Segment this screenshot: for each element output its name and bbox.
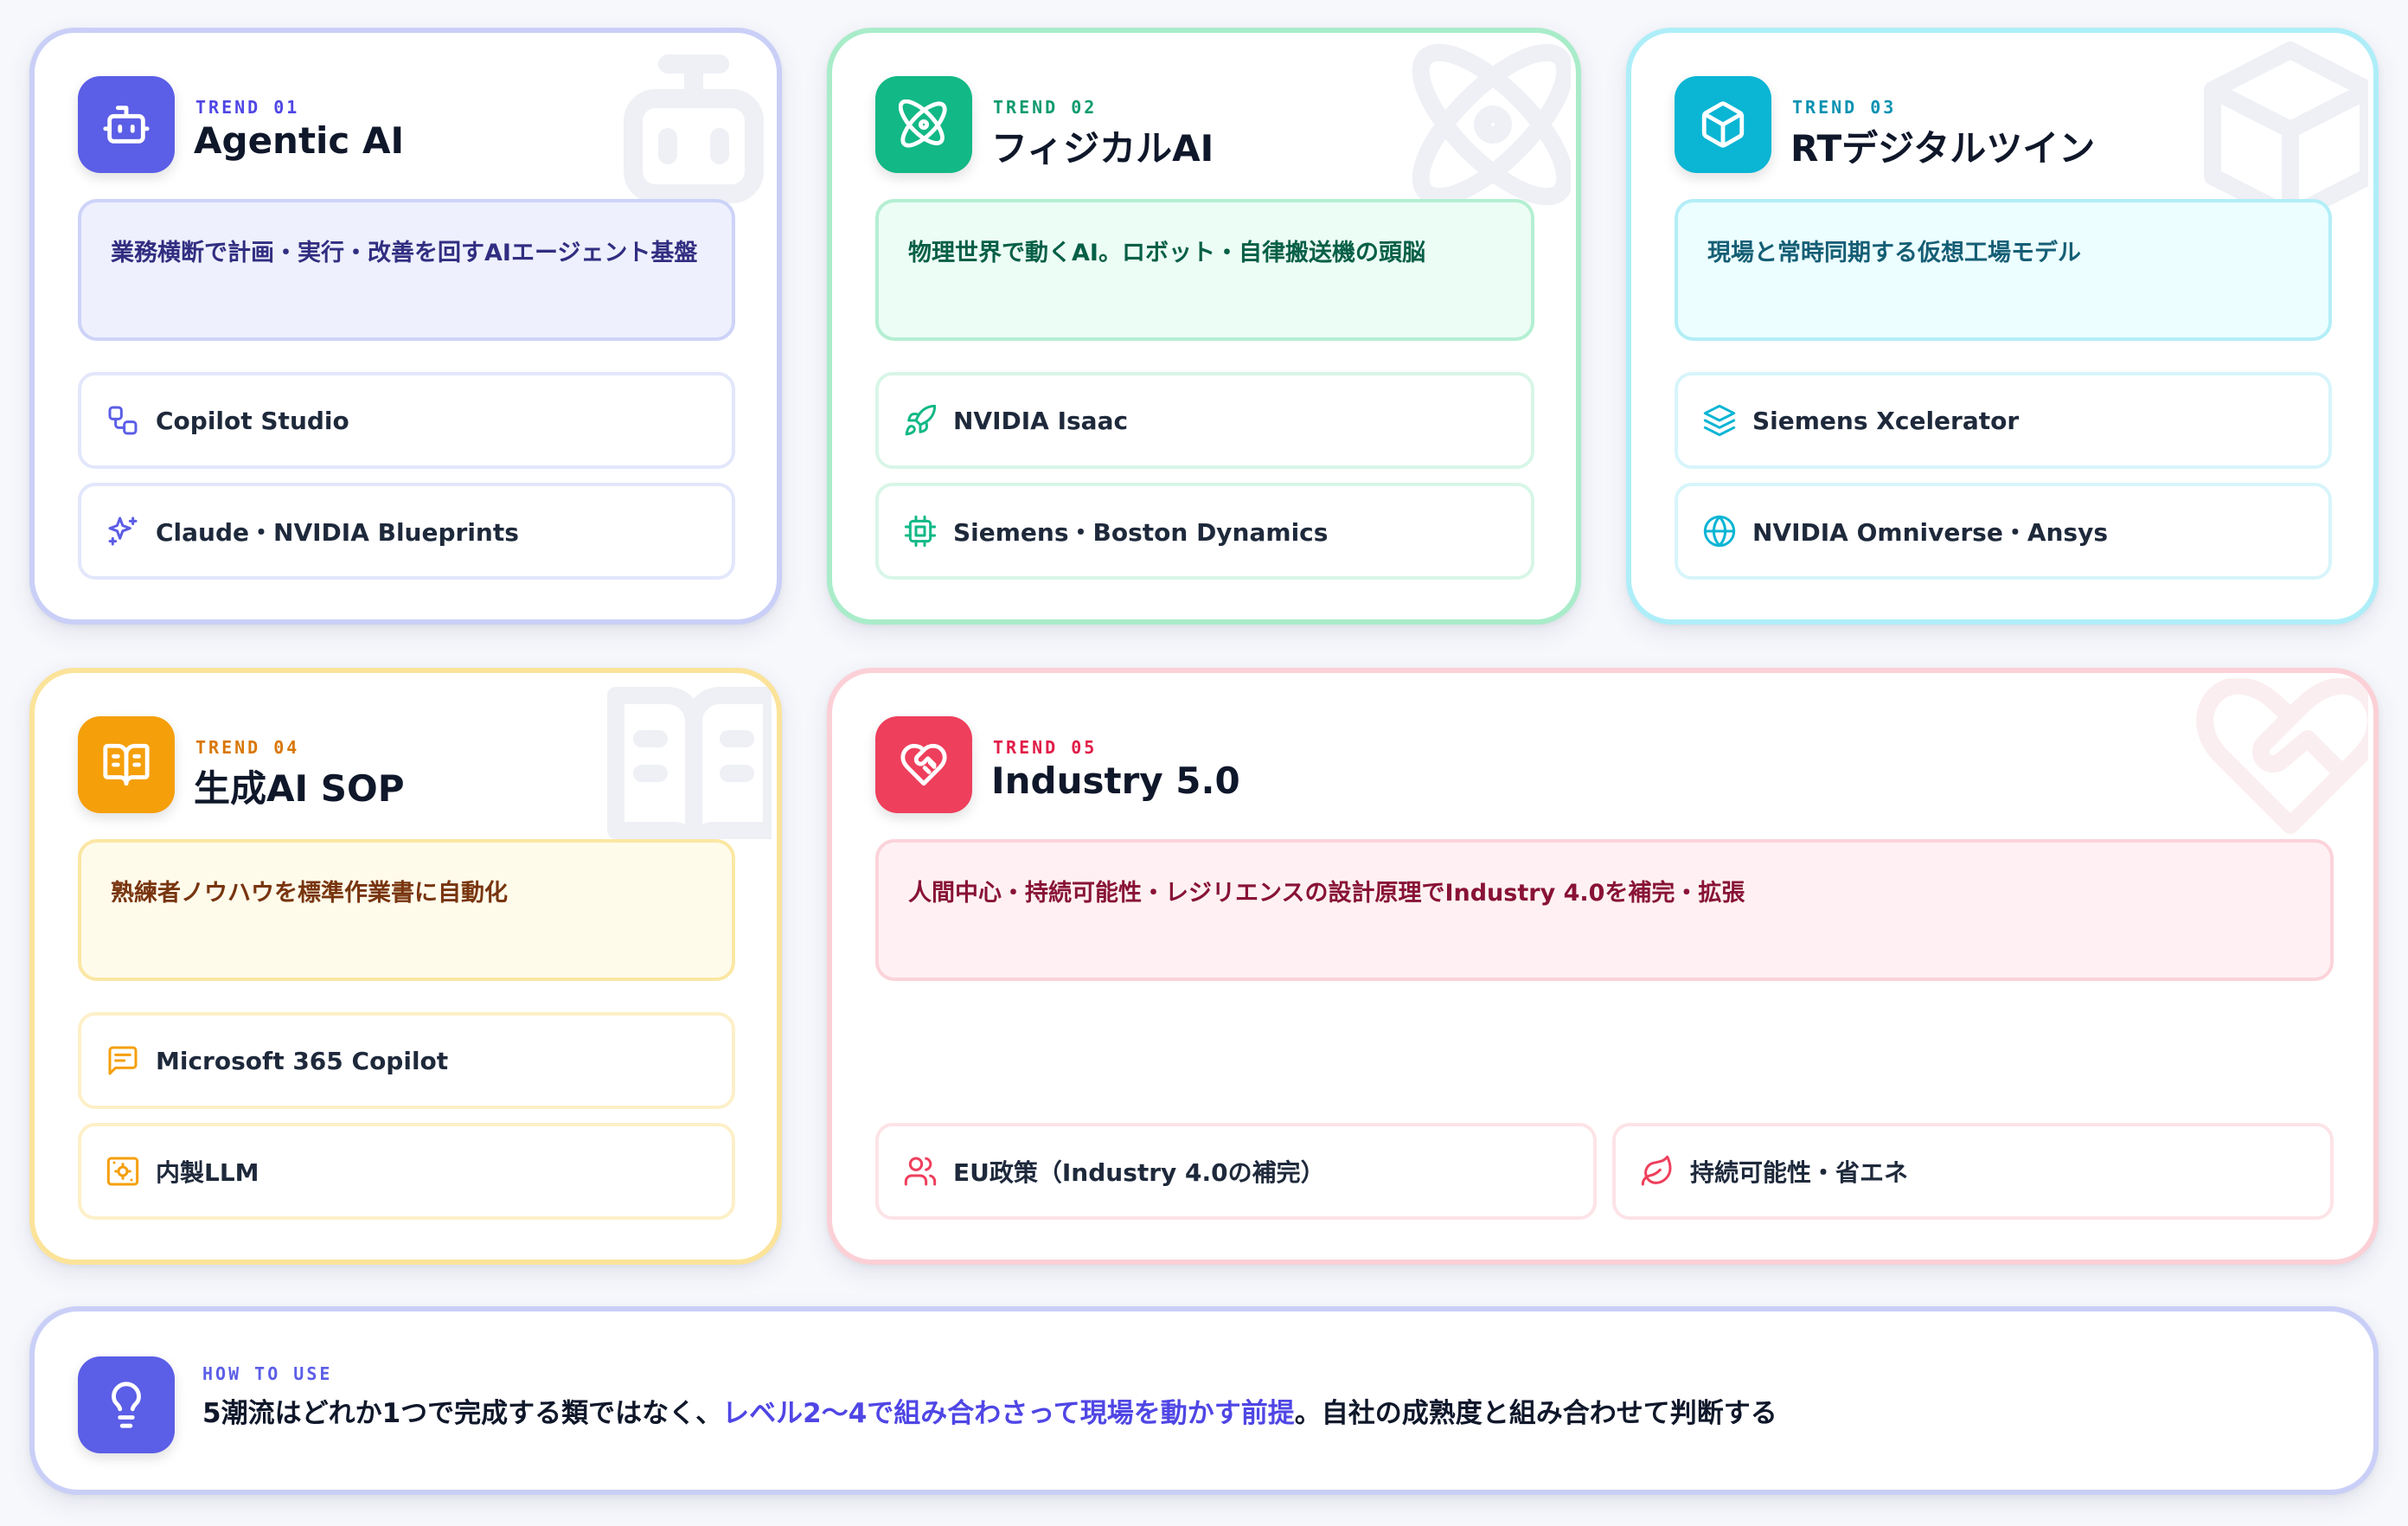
users-icon (903, 1154, 938, 1189)
trend-label: TREND 03 (1792, 97, 1897, 118)
tool-sustainability: 持続可能性・省エネ (1612, 1123, 2334, 1220)
globe-icon (1702, 514, 1737, 548)
tool-label: Microsoft 365 Copilot (156, 1046, 449, 1075)
layers-icon (1702, 403, 1737, 438)
howto-text-highlight: レベル2〜4で組み合わさって現場を動かす前提 (722, 1398, 1295, 1429)
tool-label: 内製LLM (156, 1158, 259, 1187)
how-to-use-banner: HOW TO USE 5潮流はどれか1つで完成する類ではなく、レベル2〜4で組み… (29, 1306, 2379, 1495)
rocket-icon (903, 403, 938, 438)
howto-text: 5潮流はどれか1つで完成する類ではなく、レベル2〜4で組み合わさって現場を動かす… (202, 1391, 1777, 1430)
workflow-icon (106, 403, 140, 438)
trend-card-genai-sop: TREND 04 生成AI SOP 熟練者ノウハウを標準作業書に自動化 Micr… (29, 668, 782, 1265)
chip-icon (903, 514, 938, 548)
tool-label: EU政策（Industry 4.0の補完） (953, 1158, 1325, 1187)
cube-icon (1675, 76, 1771, 173)
howto-text-before: 5潮流はどれか1つで完成する類ではなく、 (202, 1398, 723, 1429)
tool-eu-policy: EU政策（Industry 4.0の補完） (875, 1123, 1597, 1220)
message-icon (106, 1043, 140, 1078)
tool-label: Copilot Studio (156, 406, 349, 435)
heart-handshake-icon (875, 716, 972, 813)
trend-card-rt-digital-twin: TREND 03 RTデジタルツイン 現場と常時同期する仮想工場モデル Siem… (1626, 28, 2379, 625)
book-open-icon (599, 678, 777, 860)
sparkles-icon (106, 514, 140, 548)
howto-text-after: 。自社の成熟度と組み合わせて判断する (1294, 1398, 1777, 1429)
tool-label: Siemens・Boston Dynamics (953, 518, 1329, 547)
tool-nvidia-omniverse-ansys: NVIDIA Omniverse・Ansys (1675, 483, 2332, 580)
tool-copilot-studio: Copilot Studio (78, 372, 735, 469)
tool-siemens-boston-dynamics: Siemens・Boston Dynamics (875, 483, 1534, 580)
leaf-icon (1640, 1154, 1675, 1189)
trend-card-agentic-ai: TREND 01 Agentic AI 業務横断で計画・実行・改善を回すAIエー… (29, 28, 782, 625)
tool-label: Siemens Xcelerator (1752, 406, 2020, 435)
book-open-icon (78, 716, 175, 813)
tool-claude-nvidia-blueprints: Claude・NVIDIA Blueprints (78, 483, 735, 580)
trend-label: TREND 04 (195, 737, 300, 758)
heart-handshake-icon (2195, 676, 2373, 851)
lightbulb-icon (78, 1356, 175, 1453)
robot-icon (599, 38, 772, 211)
trend-title: Industry 5.0 (991, 760, 1240, 802)
trend-description: 物理世界で動くAI。ロボット・自律搬送機の頭脳 (875, 199, 1534, 341)
trend-label: TREND 01 (195, 97, 300, 118)
trend-description: 熟練者ノウハウを標準作業書に自動化 (78, 839, 735, 981)
howto-label: HOW TO USE (202, 1363, 333, 1384)
tool-siemens-xcelerator: Siemens Xcelerator (1675, 372, 2332, 469)
trend-title: Agentic AI (194, 119, 405, 162)
trend-card-industry-5: TREND 05 Industry 5.0 人間中心・持続可能性・レジリエンスの… (827, 668, 2379, 1265)
tool-label: 持続可能性・省エネ (1690, 1158, 1909, 1187)
trend-description: 現場と常時同期する仮想工場モデル (1675, 199, 2332, 341)
tool-label: NVIDIA Isaac (953, 406, 1129, 435)
trend-description: 業務横断で計画・実行・改善を回すAIエージェント基盤 (78, 199, 735, 341)
tool-label: NVIDIA Omniverse・Ansys (1752, 518, 2109, 547)
cube-icon (2195, 38, 2373, 225)
atom-icon (875, 76, 972, 173)
atom-icon (1398, 38, 1574, 211)
trend-title: 生成AI SOP (194, 767, 405, 810)
trend-label: TREND 02 (993, 97, 1098, 118)
robot-icon (78, 76, 175, 173)
trend-card-physical-ai: TREND 02 フィジカルAI 物理世界で動くAI。ロボット・自律搬送機の頭脳… (827, 28, 1581, 625)
tool-inhouse-llm: 内製LLM (78, 1123, 735, 1220)
trend-title: フィジカルAI (991, 127, 1214, 170)
tool-microsoft-365-copilot: Microsoft 365 Copilot (78, 1012, 735, 1109)
server-cog-icon (106, 1154, 140, 1189)
tool-nvidia-isaac: NVIDIA Isaac (875, 372, 1534, 469)
trend-label: TREND 05 (993, 737, 1098, 758)
tool-label: Claude・NVIDIA Blueprints (156, 518, 519, 547)
trend-description: 人間中心・持続可能性・レジリエンスの設計原理でIndustry 4.0を補完・拡… (875, 839, 2334, 981)
trend-title: RTデジタルツイン (1790, 127, 2096, 170)
